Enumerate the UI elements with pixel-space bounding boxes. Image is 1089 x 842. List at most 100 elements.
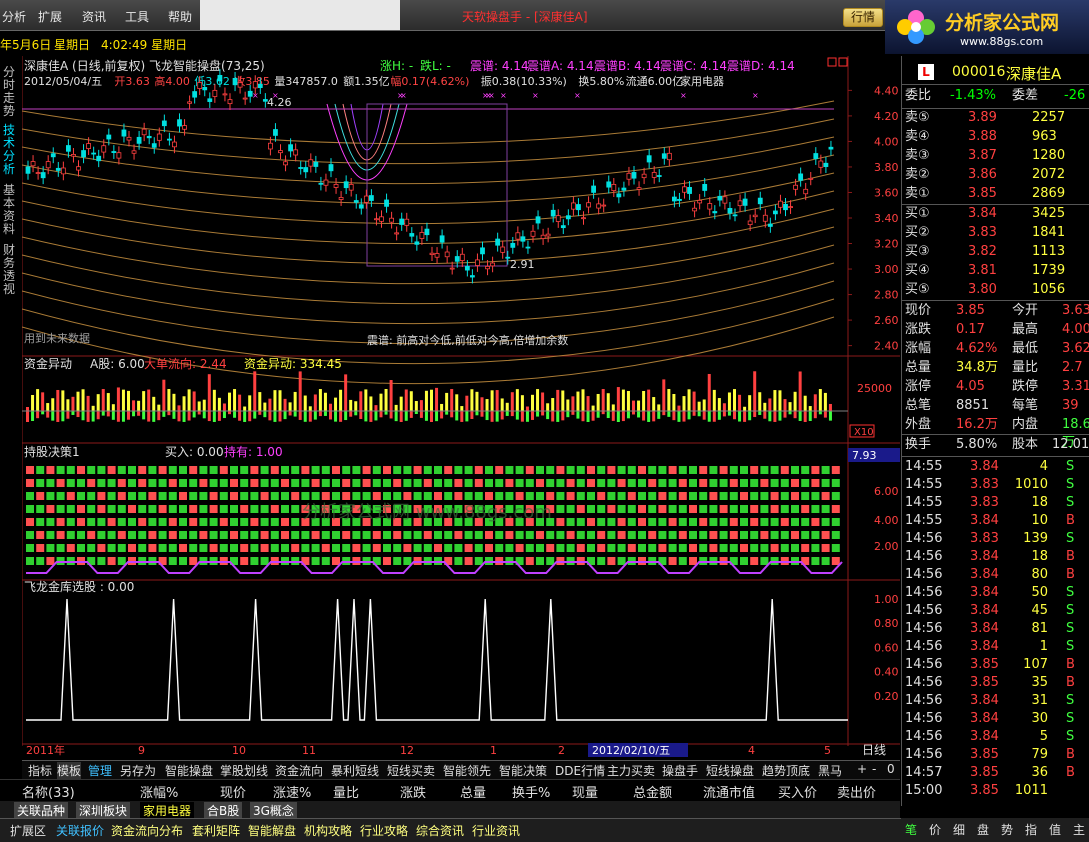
block-tab-3g[interactable]: 3G概念 — [250, 802, 297, 819]
col-bid[interactable]: 买入价 — [778, 782, 817, 801]
level2-icon[interactable]: L — [918, 64, 934, 80]
fund-bar-up — [611, 404, 615, 411]
fund-bar-down — [323, 411, 327, 416]
tab-smart-trade[interactable]: 智能操盘 — [165, 762, 213, 779]
fund-bar-up — [793, 391, 797, 411]
col-total-volume[interactable]: 总量 — [460, 782, 486, 801]
hold-cell — [495, 479, 504, 487]
block-tab-shenzhen[interactable]: 深圳板块 — [76, 802, 131, 819]
tick-side: S — [1066, 585, 1075, 600]
block-tab-appliance[interactable]: 家用电器 — [140, 802, 195, 819]
chart-area[interactable]: 深康佳A (日线,前复权) 飞龙智能操盘(73,25) 涨H: - 跌L: - … — [22, 56, 900, 760]
fund-bar-down — [31, 411, 35, 421]
status-news[interactable]: 综合资讯 — [416, 822, 464, 839]
hold-cell — [179, 492, 187, 500]
col-current-volume[interactable]: 现量 — [572, 782, 598, 801]
col-price[interactable]: 现价 — [220, 782, 246, 801]
hold-cell — [515, 492, 524, 500]
status-arbitrage[interactable]: 套利矩阵 — [192, 822, 240, 839]
candle-body — [565, 215, 571, 220]
right-tab-tick[interactable]: 笔 — [905, 821, 917, 838]
candle-body — [545, 233, 551, 237]
tab-technical[interactable]: 技术分析 — [3, 124, 17, 176]
stats-block: 现价 3.85 今开 3.63 涨跌 0.17 最高 4.00 涨幅 4.62% 最低 3.62 总量 3… — [902, 302, 1089, 450]
sell-row[interactable]: 卖⑤ 3.89 2257 — [902, 109, 1089, 127]
right-tab-price[interactable]: 价 — [929, 821, 941, 838]
sell-row[interactable]: 卖③ 3.87 1280 — [902, 147, 1089, 165]
status-extend-area[interactable]: 扩展区 — [10, 822, 46, 839]
hold-cell — [587, 544, 595, 552]
buy-row[interactable]: 买① 3.84 3425 — [902, 205, 1089, 223]
menu-extend[interactable]: 扩展 — [38, 8, 62, 25]
status-industry-news[interactable]: 行业资讯 — [472, 822, 520, 839]
tab-smart-decision[interactable]: 智能决策 — [499, 762, 547, 779]
tab-trader[interactable]: 操盘手 — [662, 762, 698, 779]
menu-help[interactable]: 帮助 — [168, 8, 192, 25]
nav-minus-button[interactable]: - — [872, 762, 876, 776]
col-ask[interactable]: 卖出价 — [837, 782, 876, 801]
tab-indicator[interactable]: 指标 — [28, 762, 52, 779]
tab-short-trade[interactable]: 短线买卖 — [387, 762, 435, 779]
candle-body — [722, 196, 728, 204]
weekday-text: 星期日 — [54, 38, 91, 52]
block-tab-bshare[interactable]: 合B股 — [204, 802, 243, 819]
tab-template[interactable]: 模板 — [57, 762, 82, 779]
tab-short-operate[interactable]: 短线操盘 — [706, 762, 754, 779]
status-related-quote[interactable]: 关联报价 — [56, 822, 104, 839]
tab-trendline[interactable]: 掌股划线 — [220, 762, 268, 779]
tab-fundflow[interactable]: 资金流向 — [275, 762, 323, 779]
tab-finance[interactable]: 财务透视 — [3, 244, 17, 296]
right-tab-index[interactable]: 指 — [1025, 821, 1037, 838]
tab-trend-top[interactable]: 趋势顶底 — [762, 762, 810, 779]
quote-button[interactable]: 行情 — [843, 8, 883, 27]
menu-news[interactable]: 资讯 — [82, 8, 106, 25]
right-tab-main[interactable]: 主 — [1073, 821, 1085, 838]
col-amount[interactable]: 总金额 — [633, 782, 672, 801]
status-inst-strategy[interactable]: 机构攻略 — [304, 822, 352, 839]
tab-dde[interactable]: DDE行情 — [555, 762, 605, 779]
candle-body — [535, 216, 541, 224]
sell-row[interactable]: 卖① 3.85 2869 — [902, 185, 1089, 203]
status-smart-analysis[interactable]: 智能解盘 — [248, 822, 296, 839]
tab-saveas[interactable]: 另存为 — [120, 762, 156, 779]
buy-row[interactable]: 买③ 3.82 1113 — [902, 243, 1089, 261]
col-turnover[interactable]: 换手% — [512, 782, 550, 801]
buy-row[interactable]: 买② 3.83 1841 — [902, 224, 1089, 242]
right-tab-value[interactable]: 值 — [1049, 821, 1061, 838]
hold-cell — [434, 466, 442, 474]
block-tab-related[interactable]: 关联品种 — [14, 802, 69, 819]
tab-profile[interactable]: 基本资料 — [3, 184, 17, 236]
period-label[interactable]: 日线 — [862, 743, 886, 757]
tab-intraday[interactable]: 分时走势 — [3, 66, 17, 118]
status-industry-strategy[interactable]: 行业攻略 — [360, 822, 408, 839]
right-tab-trend[interactable]: 势 — [1001, 821, 1013, 838]
candle-body — [197, 82, 203, 89]
nav-zero-button[interactable]: 0 — [887, 762, 895, 776]
col-float-cap[interactable]: 流通市值 — [703, 782, 755, 801]
col-change[interactable]: 涨跌 — [400, 782, 426, 801]
nav-plus-button[interactable]: + — [857, 762, 867, 776]
ohlc-info-line: 2012/05/04/五 开3.63 高4.00 低3.62 收3.85 量347857.… — [24, 74, 724, 88]
tab-main-trade[interactable]: 主力买卖 — [607, 762, 655, 779]
col-speed[interactable]: 涨速% — [273, 782, 311, 801]
sell-row[interactable]: 卖② 3.86 2072 — [902, 166, 1089, 184]
tab-smart-lead[interactable]: 智能领先 — [443, 762, 491, 779]
hold-cell — [699, 505, 708, 513]
hold-cell — [87, 479, 96, 487]
col-change-pct[interactable]: 涨幅% — [140, 782, 178, 801]
buy-row[interactable]: 买④ 3.81 1739 — [902, 262, 1089, 280]
col-name[interactable]: 名称(33) — [22, 782, 75, 801]
menu-analysis[interactable]: 分析 — [2, 8, 26, 25]
status-fund-dist[interactable]: 资金流向分布 — [111, 822, 183, 839]
tab-profit-short[interactable]: 暴利短线 — [331, 762, 379, 779]
hold-cell — [66, 531, 75, 539]
sell-row[interactable]: 卖④ 3.88 963 — [902, 128, 1089, 146]
tab-darkhorse[interactable]: 黑马 — [818, 762, 842, 779]
buy-row[interactable]: 买⑤ 3.80 1056 — [902, 281, 1089, 299]
tab-manage[interactable]: 管理 — [88, 762, 112, 779]
hold-cell — [525, 557, 534, 565]
col-volume-ratio[interactable]: 量比 — [333, 782, 359, 801]
right-tab-detail[interactable]: 细 — [953, 821, 965, 838]
menu-tools[interactable]: 工具 — [125, 8, 149, 25]
right-tab-order[interactable]: 盘 — [977, 821, 989, 838]
